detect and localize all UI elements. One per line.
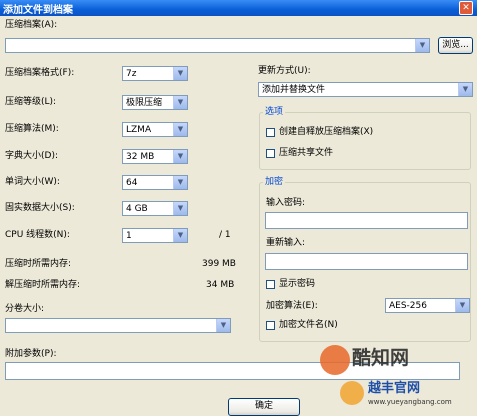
watermark-brand-secondary: 越丰官网 xyxy=(368,381,421,396)
options-group: 选项 创建自释放压缩档案(X) 压缩共享文件 xyxy=(259,107,471,170)
show-password-checkbox[interactable] xyxy=(266,280,275,289)
volume-combo[interactable]: ▼ xyxy=(5,318,231,333)
encrypt-names-label: 加密文件名(N) xyxy=(279,320,338,330)
dict-value: 32 MB xyxy=(126,152,155,162)
chevron-down-icon[interactable]: ▼ xyxy=(173,202,187,215)
decompress-memory-label: 解压缩时所需内存: xyxy=(5,280,81,290)
decompress-memory-value: 34 MB xyxy=(206,280,235,290)
format-select[interactable]: 7z ▼ xyxy=(122,66,188,81)
method-label: 压缩算法(M): xyxy=(5,124,59,134)
params-label: 附加参数(P): xyxy=(5,349,57,359)
chevron-down-icon[interactable]: ▼ xyxy=(216,319,230,332)
solid-value: 4 GB xyxy=(126,204,148,214)
encryption-title: 加密 xyxy=(263,177,286,188)
level-value: 极限压缩 xyxy=(126,98,163,108)
encryption-group: 加密 输入密码: 重新输入: 显示密码 加密算法(E): AES-256 ▼ 加… xyxy=(259,177,471,342)
encryption-method-label: 加密算法(E): xyxy=(266,301,318,311)
chevron-down-icon[interactable]: ▼ xyxy=(173,229,187,242)
threads-label: CPU 线程数(N): xyxy=(5,230,70,240)
update-select[interactable]: 添加并替换文件 ▼ xyxy=(258,82,473,97)
update-value: 添加并替换文件 xyxy=(262,85,326,95)
shared-label: 压缩共享文件 xyxy=(279,148,334,158)
chevron-down-icon[interactable]: ▼ xyxy=(173,67,187,80)
word-select[interactable]: 64 ▼ xyxy=(122,175,188,190)
encrypt-names-checkbox[interactable] xyxy=(266,321,275,330)
watermark-brand-primary: 酷知网 xyxy=(352,347,410,369)
encryption-method-select[interactable]: AES-256 ▼ xyxy=(385,298,470,313)
close-icon[interactable]: ✕ xyxy=(459,1,473,15)
method-select[interactable]: LZMA ▼ xyxy=(122,122,188,137)
watermark-globe-icon xyxy=(340,381,364,405)
ok-button[interactable]: 确定 xyxy=(228,398,300,416)
level-select[interactable]: 极限压缩 ▼ xyxy=(122,95,188,110)
level-label: 压缩等级(L): xyxy=(5,97,57,107)
options-title: 选项 xyxy=(263,107,286,118)
sfx-label: 创建自释放压缩档案(X) xyxy=(279,127,374,137)
update-label: 更新方式(U): xyxy=(258,66,311,76)
encryption-method-value: AES-256 xyxy=(389,301,427,311)
password-label: 输入密码: xyxy=(266,198,306,208)
chevron-down-icon[interactable]: ▼ xyxy=(173,96,187,109)
archive-label: 压缩档案(A): xyxy=(5,20,58,30)
chevron-down-icon[interactable]: ▼ xyxy=(455,299,469,312)
solid-label: 固实数据大小(S): xyxy=(5,203,75,213)
chevron-down-icon[interactable]: ▼ xyxy=(173,123,187,136)
word-value: 64 xyxy=(126,178,138,188)
archive-path-combo[interactable]: ▼ xyxy=(5,38,430,53)
method-value: LZMA xyxy=(126,125,152,135)
chevron-down-icon[interactable]: ▼ xyxy=(415,39,429,52)
password-input[interactable] xyxy=(265,212,468,229)
show-password-label: 显示密码 xyxy=(279,279,316,289)
watermark-url: www.yueyangbang.com xyxy=(368,398,452,406)
watermark-logo-icon xyxy=(320,345,350,375)
dict-select[interactable]: 32 MB ▼ xyxy=(122,149,188,164)
chevron-down-icon[interactable]: ▼ xyxy=(173,150,187,163)
volume-label: 分卷大小: xyxy=(5,304,45,314)
word-label: 单词大小(W): xyxy=(5,177,60,187)
shared-checkbox[interactable] xyxy=(266,149,275,158)
threads-value: 1 xyxy=(126,231,132,241)
dict-label: 字典大小(D): xyxy=(5,151,58,161)
title-bar: 添加文件到档案 ✕ xyxy=(0,0,477,16)
format-value: 7z xyxy=(126,69,137,79)
reenter-input[interactable] xyxy=(265,253,468,270)
solid-select[interactable]: 4 GB ▼ xyxy=(122,201,188,216)
reenter-label: 重新输入: xyxy=(266,238,306,248)
chevron-down-icon[interactable]: ▼ xyxy=(458,83,472,96)
chevron-down-icon[interactable]: ▼ xyxy=(173,176,187,189)
browse-button[interactable]: 浏览... xyxy=(438,37,473,54)
threads-select[interactable]: 1 ▼ xyxy=(122,228,188,243)
threads-max: / 1 xyxy=(219,230,231,240)
sfx-checkbox[interactable] xyxy=(266,128,275,137)
compress-memory-value: 399 MB xyxy=(202,259,236,269)
format-label: 压缩档案格式(F): xyxy=(5,68,75,78)
window-title: 添加文件到档案 xyxy=(3,5,73,16)
compress-memory-label: 压缩时所需内存: xyxy=(5,259,72,269)
